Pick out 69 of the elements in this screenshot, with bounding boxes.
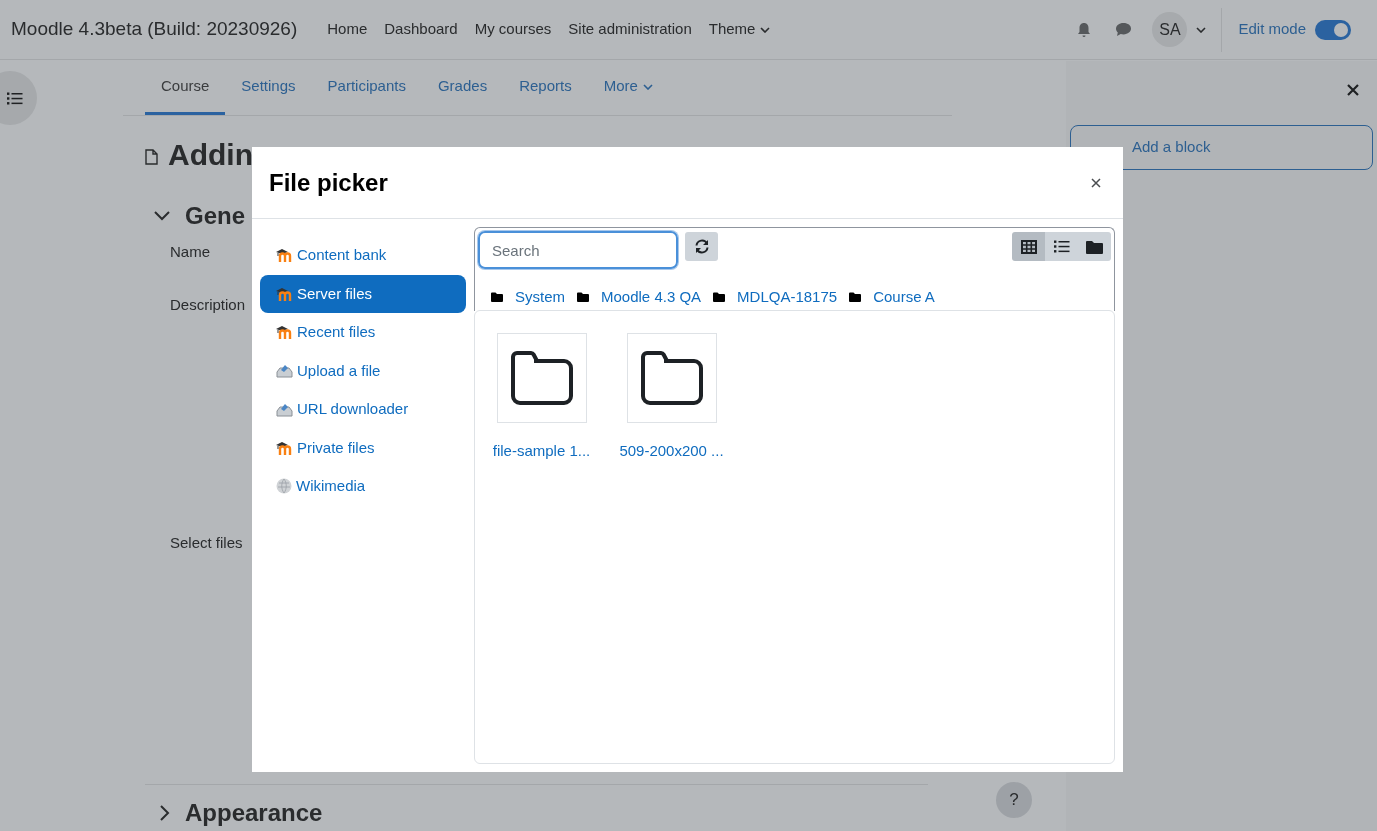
caret-icon (760, 26, 771, 33)
bell-icon (1077, 21, 1092, 38)
repository-item[interactable]: Wikimedia (260, 467, 466, 506)
user-avatar[interactable]: SA (1152, 12, 1188, 47)
nav-link[interactable]: Theme (708, 18, 771, 41)
globe-icon (276, 478, 292, 495)
repository-item[interactable]: Upload a file (260, 351, 466, 390)
field-label: Name (170, 243, 210, 260)
folder-icon (713, 292, 726, 303)
chat-icon (1115, 22, 1133, 37)
course-tab[interactable]: Reports (503, 61, 588, 115)
page-heading: Addin (168, 136, 253, 173)
nav-link[interactable]: Home (327, 18, 368, 41)
upload-icon (276, 401, 293, 417)
edit-mode-label: Edit mode (1238, 19, 1306, 40)
grid-icon (1020, 239, 1037, 254)
close-icon (1347, 84, 1359, 96)
course-tab[interactable]: Settings (225, 61, 312, 115)
view-button[interactable] (1078, 232, 1111, 261)
folder-icon (577, 292, 589, 303)
refresh-button[interactable] (685, 232, 718, 261)
file-name-link[interactable]: 509-200x200 ... (619, 440, 724, 463)
view-button[interactable] (1012, 232, 1045, 261)
file-thumbnail[interactable] (496, 333, 587, 423)
folder-icon (491, 292, 503, 303)
field-label: Description (170, 296, 246, 313)
moodle-icon (276, 248, 293, 263)
nav-link[interactable]: Dashboard (384, 18, 458, 41)
file-name-link[interactable]: file-sample 1... (492, 440, 591, 463)
course-tab[interactable]: Participants (311, 61, 422, 115)
file-thumbnail[interactable] (626, 333, 717, 423)
field-label: Select files (170, 534, 243, 551)
refresh-icon (693, 239, 710, 254)
nav-link[interactable]: Site administration (568, 18, 692, 41)
course-tab[interactable]: Course (145, 61, 226, 115)
folder-icon (638, 350, 705, 406)
edit-mode-toggle[interactable] (1315, 19, 1351, 40)
folder-icon (849, 292, 862, 303)
dialog-title: File picker (269, 167, 388, 198)
repository-item[interactable]: Private files (260, 428, 466, 467)
nav-link[interactable]: My courses (474, 18, 552, 41)
course-tab[interactable]: Grades (421, 61, 504, 115)
caret-icon (642, 83, 653, 90)
repository-item[interactable]: Content bank (260, 236, 466, 275)
breadcrumb-link[interactable]: MDLQA-18175 (737, 286, 838, 309)
moodle-icon (276, 325, 293, 340)
help-button[interactable]: ? (996, 782, 1032, 818)
repository-item[interactable]: Server files (260, 274, 466, 313)
repository-item[interactable]: Recent files (260, 313, 466, 352)
site-name[interactable]: Moodle 4.3beta (Build: 20230926) (11, 15, 298, 44)
section-heading[interactable]: Gene (185, 198, 246, 234)
list-icon (7, 91, 23, 105)
search-field[interactable]: Search (478, 231, 678, 269)
folder-icon (1086, 239, 1103, 254)
file-icon (145, 149, 158, 165)
course-tab[interactable]: More (587, 61, 669, 115)
section-heading[interactable]: Appearance (185, 795, 323, 831)
list-icon (1053, 240, 1070, 253)
upload-icon (276, 363, 293, 379)
caret-icon (1196, 26, 1207, 33)
breadcrumb-link[interactable]: Moodle 4.3 QA (601, 286, 702, 309)
breadcrumb-link[interactable]: System (515, 286, 565, 309)
folder-icon (508, 350, 575, 406)
breadcrumb-link[interactable]: Course A (873, 286, 935, 309)
close-icon (1091, 177, 1101, 188)
repository-item[interactable]: URL downloader (260, 390, 466, 429)
moodle-icon (276, 286, 293, 301)
moodle-icon (276, 440, 293, 455)
view-button[interactable] (1045, 232, 1078, 261)
